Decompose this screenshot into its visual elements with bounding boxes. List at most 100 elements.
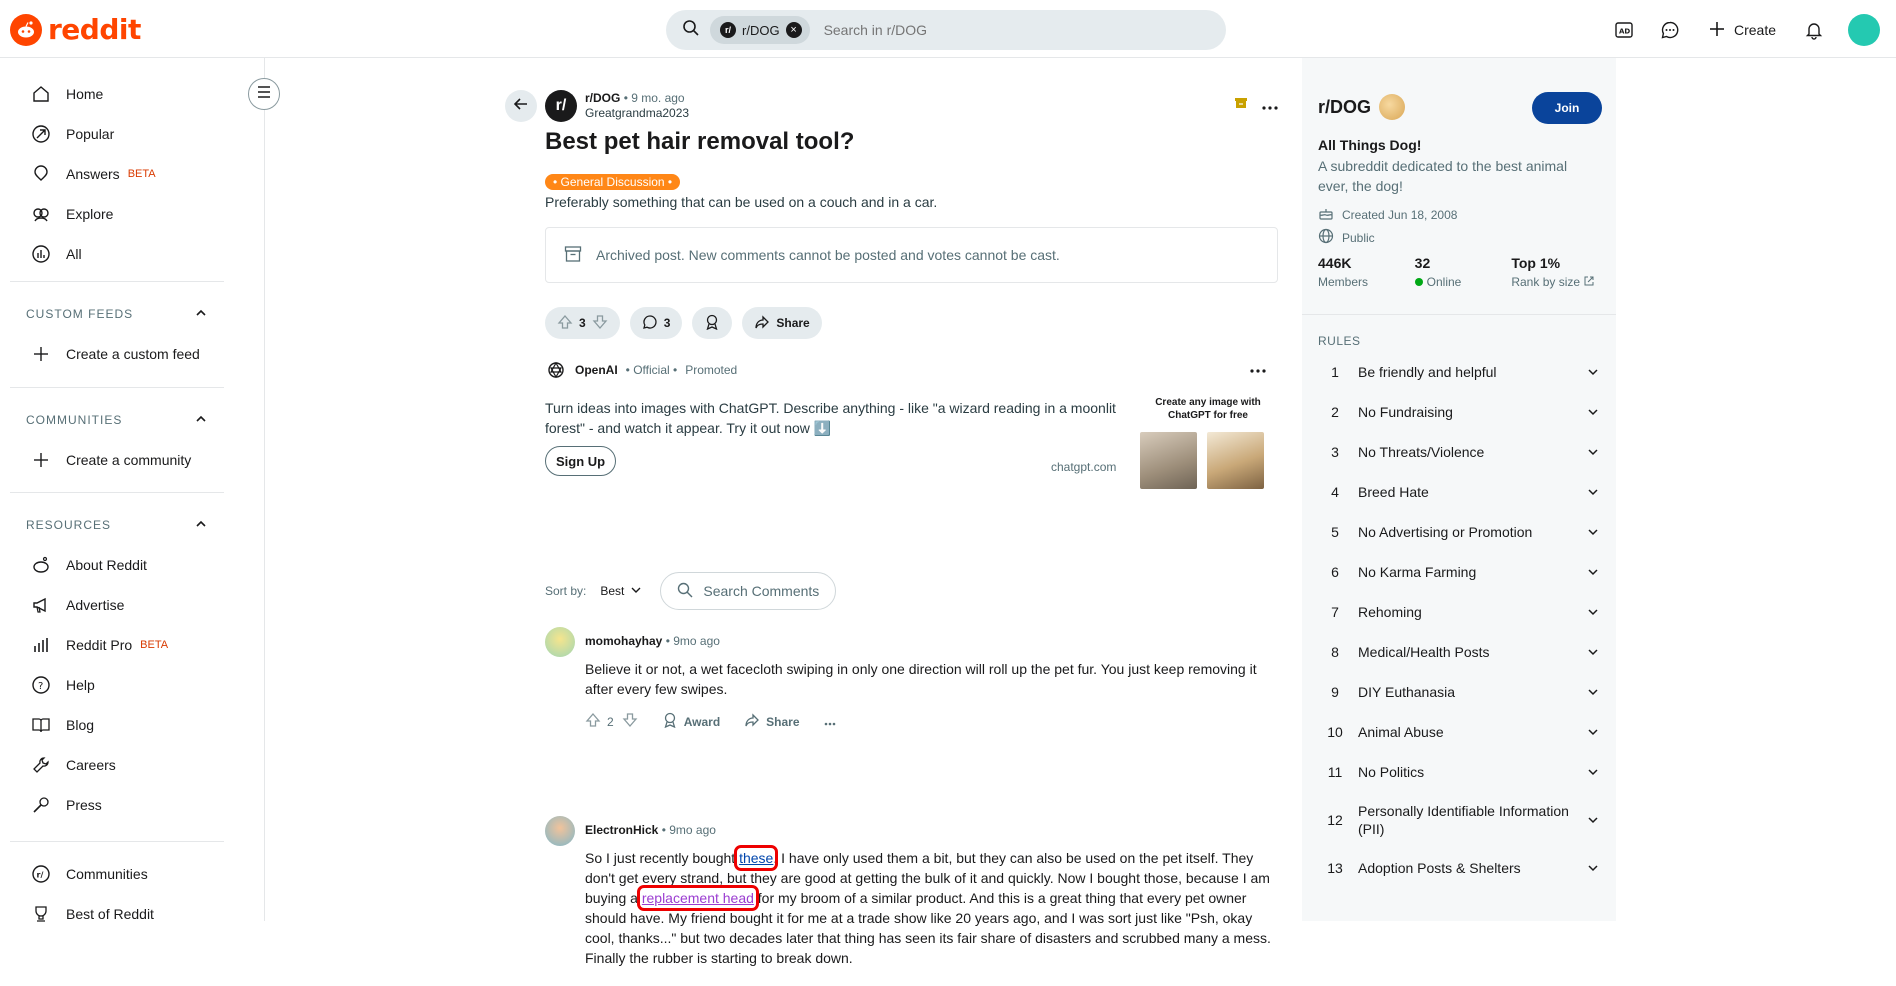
comment-author[interactable]: ElectronHick	[585, 823, 658, 837]
nav-item-all[interactable]: All	[10, 234, 224, 274]
archived-notice: Archived post. New comments cannot be po…	[545, 227, 1278, 283]
rule-item[interactable]: 13 Adoption Posts & Shelters	[1318, 848, 1608, 888]
nav-item-popular[interactable]: Popular	[10, 114, 224, 154]
more-options-icon[interactable]	[824, 715, 836, 729]
communities-header[interactable]: COMMUNITIES	[10, 400, 224, 440]
rule-item[interactable]: 4 Breed Hate	[1318, 472, 1608, 512]
vote-count: 3	[579, 316, 586, 330]
nav-item-press[interactable]: Press	[10, 785, 224, 825]
more-options-icon[interactable]	[1262, 97, 1278, 115]
divider	[1302, 314, 1616, 315]
ad-domain[interactable]: chatgpt.com	[1051, 460, 1116, 474]
commenter-avatar[interactable]	[545, 816, 575, 846]
sort-label: Sort by:	[545, 584, 587, 598]
rank-stat[interactable]: Top 1% Rank by size	[1511, 255, 1608, 289]
share-button[interactable]: Share	[744, 712, 800, 731]
rule-title: Adoption Posts & Shelters	[1358, 860, 1521, 876]
chevron-down-icon	[1578, 446, 1608, 458]
comment-author[interactable]: momohayhay	[585, 634, 662, 648]
svg-text:AD: AD	[1619, 28, 1630, 36]
nav-item-about-reddit[interactable]: About Reddit	[10, 545, 224, 585]
search-scope-chip[interactable]: r/ r/DOG ×	[710, 16, 810, 44]
nav-item-careers[interactable]: Careers	[10, 745, 224, 785]
chat-icon[interactable]	[1652, 12, 1688, 48]
share-button[interactable]: Share	[742, 307, 822, 339]
search-comments-input[interactable]: Search Comments	[660, 572, 837, 610]
rule-item[interactable]: 2 No Fundraising	[1318, 392, 1608, 432]
sort-dropdown[interactable]: Best	[600, 584, 642, 599]
join-button[interactable]: Join	[1532, 92, 1602, 124]
downvote-icon[interactable]	[592, 314, 608, 333]
replacement-head-link[interactable]: replacement head	[636, 885, 759, 911]
rule-item[interactable]: 12 Personally Identifiable Information (P…	[1318, 792, 1608, 848]
rule-item[interactable]: 7 Rehoming	[1318, 592, 1608, 632]
create-label: Create	[1733, 22, 1776, 38]
award-button[interactable]: Award	[662, 712, 720, 731]
nav-item-blog[interactable]: Blog	[10, 705, 224, 745]
resources-header[interactable]: RESOURCES	[10, 505, 224, 545]
resources-section: RESOURCES About Reddit Advertise Reddit …	[10, 492, 224, 825]
svg-text:?: ?	[38, 681, 43, 692]
community-sidebar: r/DOG Join All Things Dog! A subreddit d…	[1302, 58, 1616, 921]
search-bar[interactable]: r/ r/DOG ×	[666, 10, 1226, 50]
communities-icon: r/	[30, 863, 52, 885]
nav-item-home[interactable]: Home	[10, 74, 224, 114]
nav-item-help[interactable]: ? Help	[10, 665, 224, 705]
search-icon	[677, 582, 693, 601]
upvote-icon[interactable]	[557, 314, 573, 333]
subreddit-link[interactable]: r/DOG	[585, 91, 620, 105]
advertise-icon[interactable]: AD	[1606, 12, 1642, 48]
community-stats: 446K Members 32 Online Top 1% Rank by si…	[1318, 255, 1608, 289]
rule-item[interactable]: 6 No Karma Farming	[1318, 552, 1608, 592]
upvote-icon[interactable]	[585, 712, 601, 731]
commenter-avatar[interactable]	[545, 627, 575, 657]
rule-item[interactable]: 1 Be friendly and helpful	[1318, 352, 1608, 392]
collapse-sidebar-button[interactable]	[248, 78, 280, 110]
nav-item-advertise[interactable]: Advertise	[10, 585, 224, 625]
comment-time: • 9mo ago	[665, 634, 720, 648]
explore-icon	[30, 203, 52, 225]
rule-item[interactable]: 3 No Threats/Violence	[1318, 432, 1608, 472]
nav-item-communities[interactable]: r/ Communities	[10, 854, 224, 894]
rule-item[interactable]: 11 No Politics	[1318, 752, 1608, 792]
search-input[interactable]	[823, 22, 1124, 38]
rule-item[interactable]: 9 DIY Euthanasia	[1318, 672, 1608, 712]
globe-icon	[1318, 228, 1334, 247]
more-options-icon[interactable]	[1250, 360, 1266, 378]
nav-item-label: Advertise	[66, 597, 125, 613]
create-community[interactable]: Create a community	[10, 440, 224, 480]
comment-body: So I just recently bought these. I have …	[585, 845, 1275, 968]
clear-scope-icon[interactable]: ×	[785, 22, 802, 38]
advertiser-name[interactable]: OpenAI	[575, 363, 618, 377]
back-button[interactable]	[505, 90, 537, 122]
downvote-icon[interactable]	[622, 712, 638, 731]
create-post-button[interactable]: Create	[1698, 12, 1786, 48]
custom-feeds-header[interactable]: CUSTOM FEEDS	[10, 294, 224, 334]
ad-image[interactable]: Create any image with ChatGPT for free	[1138, 396, 1278, 506]
award-button[interactable]	[692, 307, 733, 339]
rule-item[interactable]: 5 No Advertising or Promotion	[1318, 512, 1608, 552]
help-icon: ?	[30, 674, 52, 696]
rule-number: 2	[1331, 404, 1339, 420]
rule-item[interactable]: 10 Animal Abuse	[1318, 712, 1608, 752]
create-custom-feed[interactable]: Create a custom feed	[10, 334, 224, 374]
these-link[interactable]: these	[734, 845, 779, 871]
comment-bubble-icon	[642, 314, 658, 333]
chevron-down-icon	[1578, 566, 1608, 578]
post-author-link[interactable]: Greatgrandma2023	[585, 106, 689, 120]
post-flair[interactable]: • General Discussion •	[545, 174, 681, 190]
rule-item[interactable]: 8 Medical/Health Posts	[1318, 632, 1608, 672]
nav-item-answers[interactable]: Answers BETA	[10, 154, 224, 194]
nav-item-best-of-reddit[interactable]: Best of Reddit	[10, 894, 224, 934]
nav-item-explore[interactable]: Explore	[10, 194, 224, 234]
subreddit-avatar[interactable]: r/	[545, 90, 577, 122]
comment-actions: 2 Award Share	[585, 712, 836, 731]
nav-item-reddit-pro[interactable]: Reddit Pro BETA	[10, 625, 224, 665]
user-avatar[interactable]	[1848, 14, 1880, 46]
comments-count: 3	[663, 316, 671, 330]
reddit-logo[interactable]: reddit	[10, 13, 141, 46]
comments-button[interactable]: 3	[629, 307, 683, 339]
ad-signup-button[interactable]: Sign Up	[545, 446, 617, 476]
notifications-bell-icon[interactable]	[1796, 12, 1832, 48]
community-name[interactable]: r/DOG	[1318, 97, 1371, 118]
